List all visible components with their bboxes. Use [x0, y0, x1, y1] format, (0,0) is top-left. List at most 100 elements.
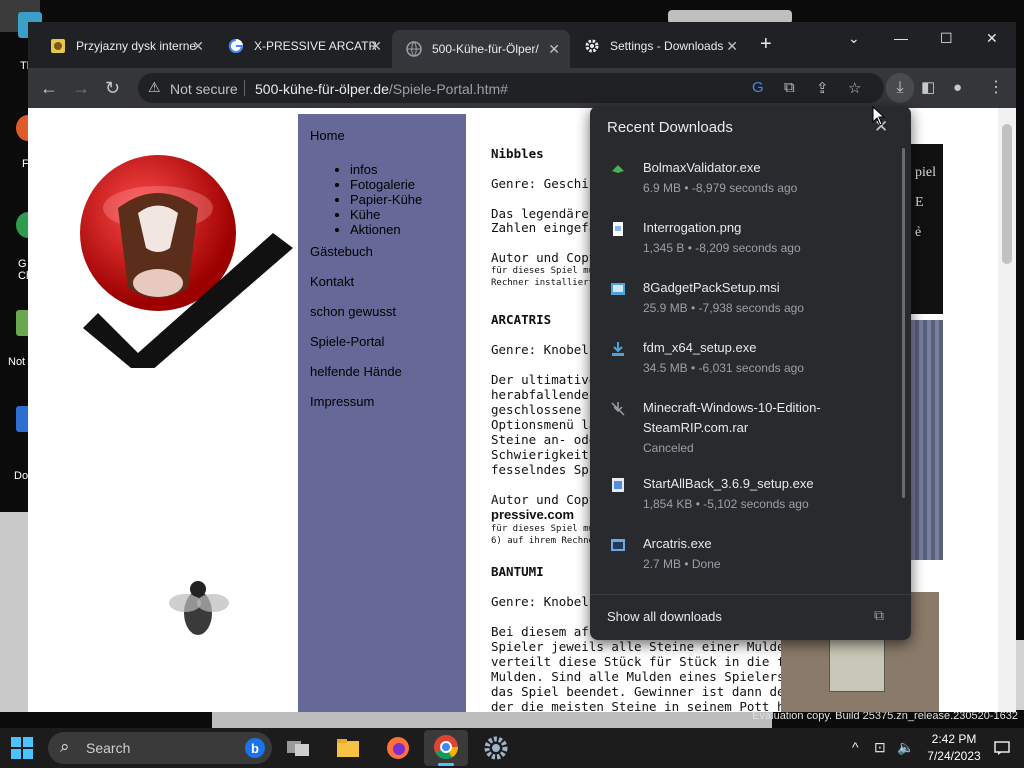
nav-kontakt[interactable]: Kontakt	[310, 274, 354, 289]
download-filename[interactable]: 8GadgetPackSetup.msi	[643, 278, 853, 298]
tab-active-page[interactable]: 500-Kühe-für-Ölper/ ✕	[392, 30, 570, 68]
download-status: 1,854 KB • -5,102 seconds ago	[643, 497, 809, 511]
settings-gear-icon[interactable]	[482, 734, 510, 762]
canceled-download-icon	[611, 402, 625, 416]
download-filename[interactable]: Interrogation.png	[643, 218, 853, 238]
downloads-title: Recent Downloads	[607, 119, 733, 136]
tab-title: X-PRESSIVE ARCATRIS	[254, 39, 376, 53]
url-text[interactable]: 500-kühe-für-ölper.de/Spiele-Portal.htm#	[255, 81, 508, 97]
download-filename[interactable]: Arcatris.exe	[643, 534, 853, 554]
tab-google[interactable]: X-PRESSIVE ARCATRIS ✕	[214, 32, 392, 60]
google-favicon-icon	[228, 38, 243, 53]
bantumi-board	[829, 632, 885, 692]
gear-favicon-icon	[585, 39, 599, 53]
download-status: Canceled	[643, 441, 694, 455]
tab-drive[interactable]: Przyjazny dysk interne ✕	[36, 32, 214, 60]
image-file-icon	[613, 222, 623, 236]
back-button[interactable]: ←	[40, 77, 58, 99]
show-all-downloads-link[interactable]: Show all downloads	[607, 609, 722, 624]
screenshot-text-3: ẻ	[915, 225, 922, 240]
close-window-button[interactable]: ✕	[986, 30, 998, 47]
downloads-scrollbar[interactable]	[902, 148, 905, 498]
download-item[interactable]: Arcatris.exe 2.7 MB • Done	[590, 524, 911, 584]
translate-icon[interactable]: ⧉	[784, 79, 795, 96]
maximize-button[interactable]: ☐	[940, 30, 953, 47]
screenshot-text-2: E	[915, 195, 924, 210]
cow-logo	[80, 155, 293, 368]
tray-overflow-chevron-icon[interactable]: ^	[852, 739, 859, 755]
download-item[interactable]: Minecraft-Windows-10-Edition-SteamRIP.co…	[590, 388, 911, 464]
download-item[interactable]: BolmaxValidator.exe 6.9 MB • -8,979 seco…	[590, 148, 911, 208]
minimize-button[interactable]: —	[894, 30, 908, 46]
nav-sub-infos[interactable]: infos	[350, 162, 422, 177]
nav-submenu: infos Fotogalerie Papier-Kühe Kühe Aktio…	[350, 162, 422, 237]
nav-schon-gewusst[interactable]: schon gewusst	[310, 304, 396, 319]
google-lens-icon[interactable]: G	[752, 79, 764, 96]
nav-sub-papier-kuehe[interactable]: Papier-Kühe	[350, 192, 422, 207]
address-separator	[244, 80, 245, 96]
nav-home[interactable]: Home	[310, 128, 345, 143]
taskbar-clock[interactable]: 2:42 PM 7/24/2023	[918, 731, 990, 765]
fly-image	[169, 581, 229, 635]
chrome-taskbar-button[interactable]	[424, 730, 468, 766]
tab-close-icon[interactable]: ✕	[548, 41, 560, 58]
download-filename[interactable]: fdm_x64_setup.exe	[643, 338, 853, 358]
windows-start-icon[interactable]	[10, 736, 34, 760]
download-filename[interactable]: BolmaxValidator.exe	[643, 158, 853, 178]
firefox-icon[interactable]	[384, 734, 412, 762]
download-item[interactable]: 8GadgetPackSetup.msi 25.9 MB • -7,938 se…	[590, 268, 911, 328]
taskbar-search[interactable]: ⌕ Search b	[48, 732, 272, 764]
warning-icon[interactable]: ⚠	[148, 79, 161, 96]
tab-search-dropdown-icon[interactable]: ⌄	[848, 30, 860, 47]
tab-close-icon[interactable]: ✕	[726, 38, 738, 55]
notification-icon[interactable]	[994, 740, 1010, 756]
bookmark-star-icon[interactable]: ☆	[848, 79, 861, 97]
nav-spiele-portal[interactable]: Spiele-Portal	[310, 334, 384, 349]
app-file-icon	[611, 539, 625, 551]
downloads-panel: Recent Downloads ✕ BolmaxValidator.exe 6…	[590, 106, 911, 640]
network-icon[interactable]: ⊡	[874, 739, 886, 756]
downloads-button[interactable]: ⤓	[886, 73, 914, 103]
search-label: Search	[86, 740, 131, 756]
download-filename[interactable]: Minecraft-Windows-10-Edition-SteamRIP.co…	[643, 398, 853, 438]
security-status[interactable]: Not secure	[170, 81, 238, 97]
nav-gaestebuch[interactable]: Gästebuch	[310, 244, 373, 259]
arcatris-link[interactable]: pressive.com	[491, 507, 574, 522]
nav-impressum[interactable]: Impressum	[310, 394, 374, 409]
nibbles-screenshot: piel E ẻ	[911, 144, 943, 314]
nav-sub-aktionen[interactable]: Aktionen	[350, 222, 422, 237]
address-bar[interactable]: ⚠ Not secure 500-kühe-für-ölper.de/Spiel…	[138, 73, 884, 103]
download-item[interactable]: StartAllBack_3.6.9_setup.exe 1,854 KB • …	[590, 464, 911, 524]
tab-close-icon[interactable]: ✕	[370, 38, 382, 55]
profile-avatar-icon[interactable]: ●	[953, 77, 962, 99]
bing-icon[interactable]: b	[244, 737, 266, 759]
forward-button[interactable]: →	[72, 77, 90, 99]
download-item[interactable]: Interrogation.png 1,345 B • -8,209 secon…	[590, 208, 911, 268]
reload-button[interactable]: ↻	[105, 77, 120, 99]
side-panel-icon[interactable]: ◧	[921, 77, 935, 99]
taskbar: ⌕ Search b ^ ⊡ 🔈 2:42 PM 7/24/2023	[0, 728, 1024, 768]
download-status: 6.9 MB • -8,979 seconds ago	[643, 181, 798, 195]
open-external-icon[interactable]: ⧉	[874, 607, 884, 624]
task-view-icon[interactable]	[284, 734, 312, 762]
download-item[interactable]: fdm_x64_setup.exe 34.5 MB • -6,031 secon…	[590, 328, 911, 388]
arcatris-screenshot	[911, 320, 943, 560]
file-explorer-icon[interactable]	[334, 734, 362, 762]
download-filename[interactable]: StartAllBack_3.6.9_setup.exe	[643, 474, 853, 494]
scrollbar-thumb[interactable]	[1002, 124, 1012, 264]
tab-settings-downloads[interactable]: Settings - Downloads ✕	[570, 32, 748, 60]
clock-time: 2:42 PM	[931, 732, 977, 746]
page-scrollbar[interactable]	[998, 108, 1016, 712]
share-icon[interactable]: ⇪	[816, 79, 829, 97]
tab-close-icon[interactable]: ✕	[192, 38, 204, 55]
volume-icon[interactable]: 🔈	[897, 739, 914, 756]
menu-kebab-icon[interactable]: ⋮	[988, 77, 1004, 99]
nav-helfende-haende[interactable]: helfende Hände	[310, 364, 402, 379]
nav-sub-fotogalerie[interactable]: Fotogalerie	[350, 177, 422, 192]
site-nav: Home infos Fotogalerie Papier-Kühe Kühe …	[298, 114, 466, 712]
download-arrow-icon	[612, 342, 624, 356]
installer-file-icon	[611, 283, 625, 295]
nav-sub-kuehe[interactable]: Kühe	[350, 207, 422, 222]
new-tab-button[interactable]: +	[760, 33, 772, 56]
setup-file-icon	[612, 478, 624, 492]
